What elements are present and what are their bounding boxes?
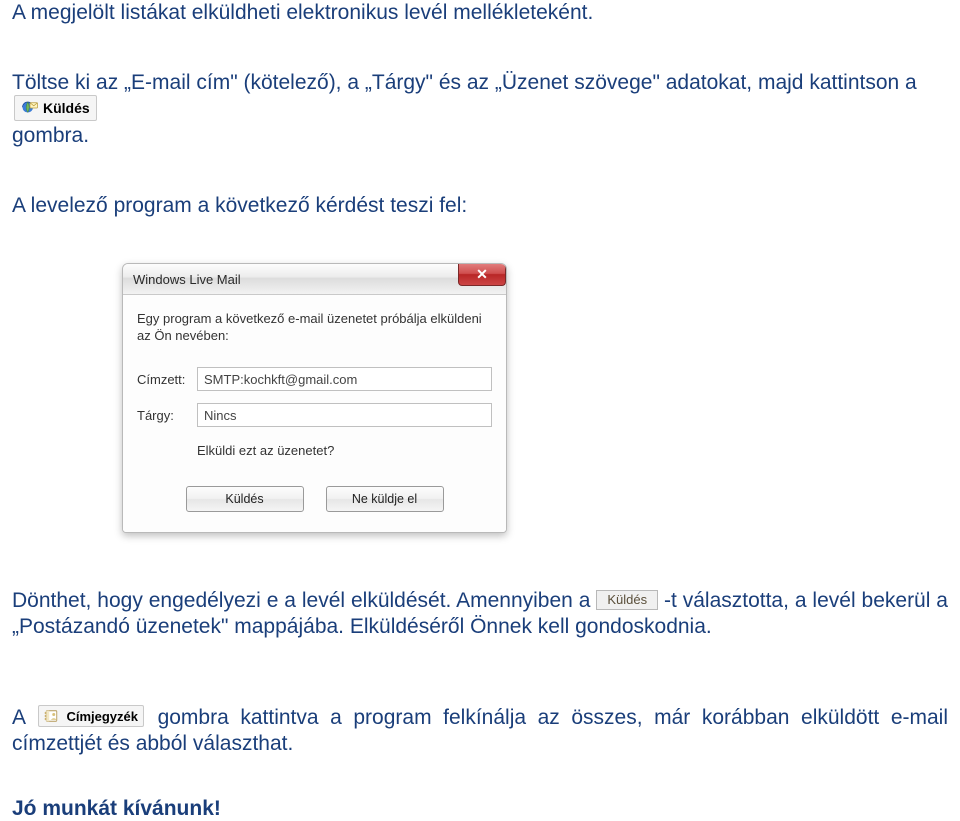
- dialog-titlebar: Windows Live Mail ✕: [123, 264, 506, 295]
- decision-para: Dönthet, hogy engedélyezi e a levél elkü…: [12, 588, 948, 641]
- dialog-question: Elküldi ezt az üzenetet?: [197, 443, 492, 458]
- address-text-b: gombra kattintva a program felkínálja az…: [12, 706, 948, 755]
- instruction-text-b: gombra.: [12, 124, 89, 147]
- subject-value: Nincs: [204, 408, 237, 423]
- mail-question-intro: A levelező program a következő kérdést t…: [12, 193, 948, 219]
- kuldes-plain-button[interactable]: Küldés: [596, 590, 658, 610]
- instruction-line: Töltse ki az „E-mail cím" (kötelező), a …: [12, 70, 948, 149]
- send-button[interactable]: Küldés: [186, 486, 304, 512]
- subject-label: Tárgy:: [137, 408, 197, 423]
- send-button-label: Küldés: [43, 101, 90, 115]
- addressbook-icon: [44, 708, 62, 724]
- footer-text: Jó munkát kívánunk!: [12, 797, 948, 821]
- to-field: SMTP:kochkft@gmail.com: [197, 367, 492, 391]
- address-para: A Címjegyzék gombra kattintva a program …: [12, 705, 948, 758]
- mail-confirm-dialog: Windows Live Mail ✕ Egy program a követk…: [122, 263, 507, 533]
- addressbook-button-label: Címjegyzék: [66, 710, 138, 723]
- globe-mail-icon: [21, 99, 39, 117]
- instruction-text-a: Töltse ki az „E-mail cím" (kötelező), a …: [12, 71, 917, 94]
- subject-field: Nincs: [197, 403, 492, 427]
- dont-send-button-text: Ne küldje el: [352, 492, 417, 506]
- send-button-text: Küldés: [225, 492, 263, 506]
- close-button[interactable]: ✕: [458, 263, 506, 286]
- intro-line: A megjelölt listákat elküldheti elektron…: [12, 0, 948, 26]
- addressbook-button-inline[interactable]: Címjegyzék: [38, 705, 144, 727]
- to-value: SMTP:kochkft@gmail.com: [204, 372, 357, 387]
- close-icon: ✕: [476, 267, 488, 281]
- to-label: Címzett:: [137, 372, 197, 387]
- dialog-message: Egy program a következő e-mail üzenetet …: [137, 311, 492, 345]
- dont-send-button[interactable]: Ne küldje el: [326, 486, 444, 512]
- decision-text-a: Dönthet, hogy engedélyezi e a levél elkü…: [12, 589, 596, 612]
- send-button-inline[interactable]: Küldés: [14, 95, 97, 121]
- dialog-title: Windows Live Mail: [133, 272, 241, 287]
- address-text-a: A: [12, 706, 36, 729]
